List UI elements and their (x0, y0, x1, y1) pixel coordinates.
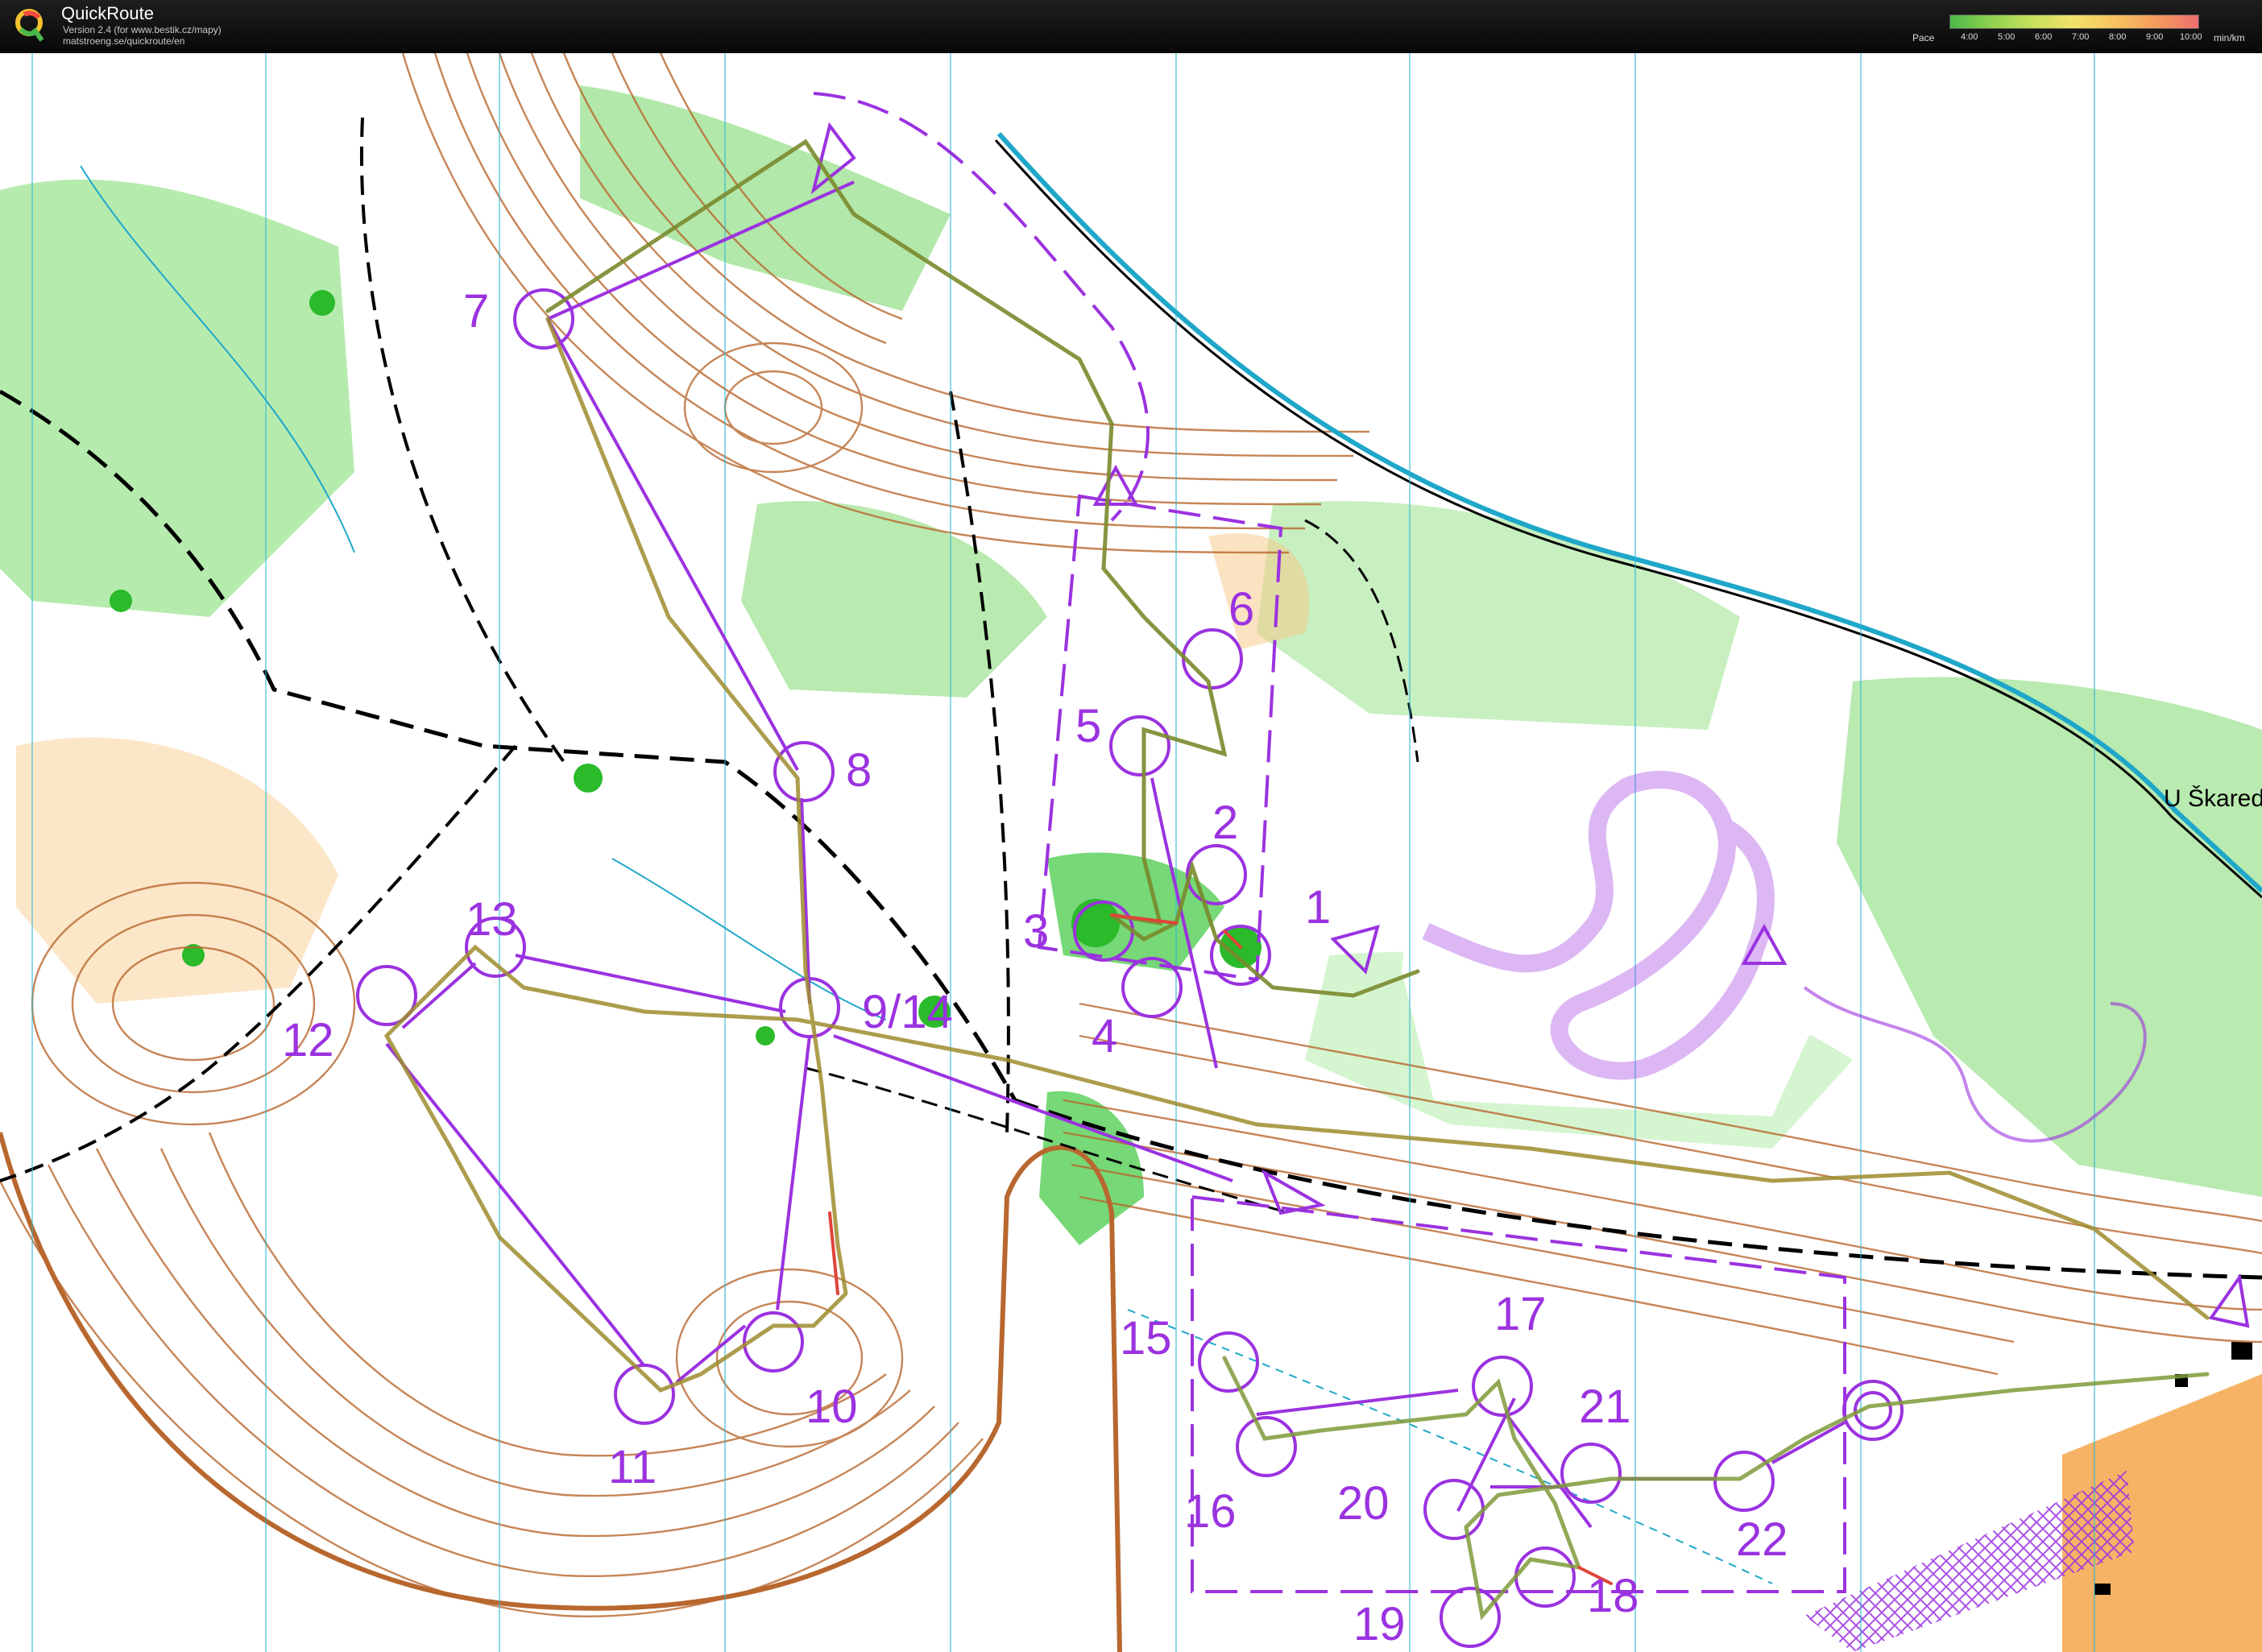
control-label: 17 (1494, 1288, 1547, 1340)
control-label: 10 (806, 1381, 858, 1433)
pace-tick: 9:00 (2146, 32, 2164, 42)
pace-tick: 4:00 (1961, 32, 1978, 42)
pace-tick: 5:00 (1998, 32, 2016, 42)
control-label: 9/14 (862, 986, 953, 1038)
control-label: 4 (1092, 1010, 1117, 1062)
pace-legend-unit: min/km (2214, 32, 2245, 43)
place-label: U Škared (2164, 785, 2262, 812)
pace-tick: 8:00 (2109, 32, 2127, 42)
pace-tick: 10:00 (2180, 32, 2202, 42)
control-label: 7 (463, 285, 489, 337)
quickroute-logo (15, 9, 44, 42)
control-label: 8 (846, 744, 872, 797)
control-label: 12 (282, 1014, 334, 1066)
orienteering-map[interactable]: 1 2 3 4 5 6 7 8 9/14 10 11 12 13 15 16 1… (0, 53, 2262, 1652)
app-title: QuickRoute (61, 3, 154, 23)
control-label: 11 (608, 1441, 657, 1493)
control-label: 16 (1184, 1485, 1237, 1538)
control-label: 2 (1212, 797, 1238, 849)
control-label: 21 (1579, 1381, 1631, 1433)
pace-color-scale (1949, 14, 2199, 29)
pace-tick: 7:00 (2072, 32, 2090, 42)
control-label: 20 (1337, 1477, 1390, 1530)
map-terrain (0, 53, 2262, 1652)
control-label: 19 (1353, 1598, 1406, 1650)
control-label: 15 (1120, 1312, 1172, 1364)
control-label: 13 (466, 893, 518, 946)
control-label: 1 (1305, 881, 1331, 934)
app-url: matstroeng.se/quickroute/en (63, 35, 185, 47)
control-label: 5 (1075, 700, 1101, 752)
control-label: 3 (1023, 905, 1049, 958)
control-label: 18 (1587, 1570, 1639, 1622)
control-label: 22 (1736, 1513, 1788, 1566)
title-bar: QuickRoute Version 2.4 (for www.bestik.c… (0, 0, 2262, 53)
pace-tick: 6:00 (2035, 32, 2053, 42)
control-label: 6 (1228, 583, 1254, 636)
pace-legend-label: Pace (1912, 32, 1935, 43)
app-version: Version 2.4 (for www.bestik.cz/mapy) (63, 24, 222, 35)
